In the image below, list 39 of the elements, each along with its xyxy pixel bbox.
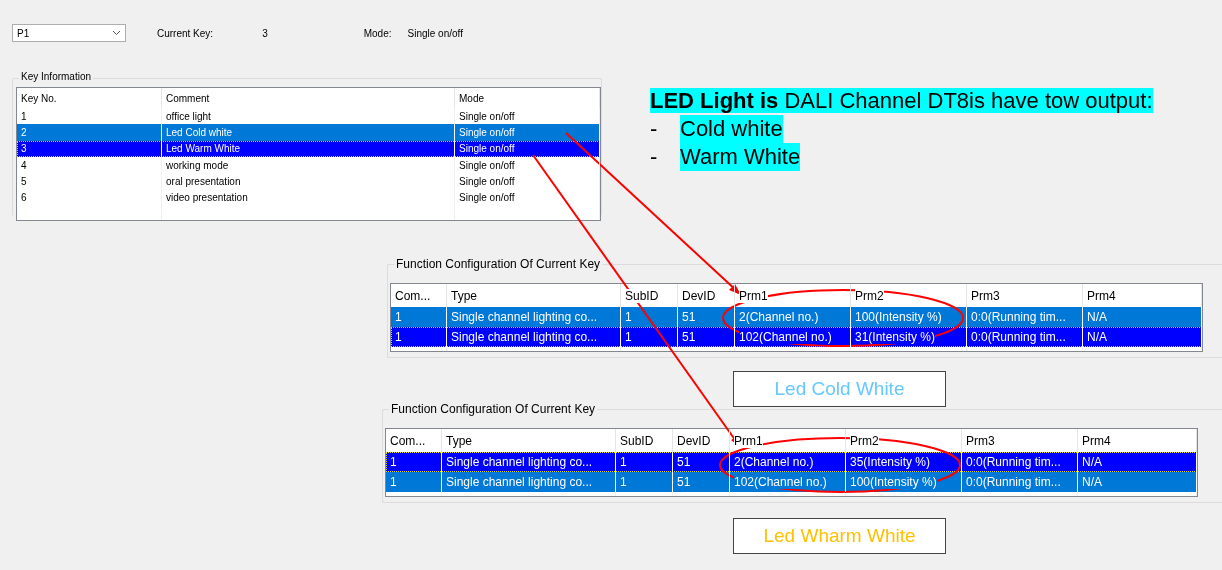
table-cell: 1 [616,472,673,492]
group-title: Function Configuration Of Current Key [394,257,603,271]
table-cell: video presentation [162,189,455,206]
table-cell: 6 [17,189,162,206]
caption-label: Led Cold White [733,371,946,407]
current-key-value: 3 [262,27,268,39]
caption-label: Led Wharm White [733,518,946,554]
table-cell: N/A [1083,327,1202,347]
mode-label: Mode: [363,27,392,39]
table-cell: Led Warm White [162,140,455,157]
group-title: Key Information [19,71,94,82]
table-cell: Led Cold white [162,124,455,141]
table-cell: 2 [17,124,162,141]
note-item: Cold white [680,115,783,143]
bullet-dash: - [650,115,659,143]
table-row[interactable]: 1 Single channel lighting co... 1 51 102(Channel no.) 100(Intensity %) 0:0(Running tim... N/A [386,472,1197,492]
table-row[interactable]: 1 Single channel lighting co... 1 51 2(Channel no.) 35(Intensity %) 0:0(Running tim... N/A [386,452,1197,472]
table-cell: Single on/off [455,189,600,206]
table-cell: Single on/off [455,124,600,141]
group-title: Function Configuration Of Current Key [389,402,598,416]
chevron-down-icon [112,30,121,36]
table-cell: 1 [621,327,678,347]
table-cell: 3 [17,140,162,157]
table-row[interactable]: 2 Led Cold white Single on/off [17,124,600,141]
table-cell: 1 [386,472,442,492]
bullet-dash: - [650,143,659,171]
table-cell: 51 [678,327,735,347]
note-heading: LED Light is DALI Channel DT8is have tow output: [650,88,1153,113]
table-cell: 31(Intensity %) [851,327,967,347]
note-item: Warm White [680,143,801,171]
table-cell: Single on/off [455,140,600,157]
table-cell: 51 [673,472,730,492]
table-row[interactable]: 1 Single channel lighting co... 1 51 2(Channel no.) 100(Intensity %) 0:0(Running tim... N/A [391,307,1202,327]
page-select[interactable]: P1 [12,24,126,42]
table-cell: N/A [1078,472,1197,492]
table-row[interactable]: 1 Single channel lighting co... 1 51 102(Channel no.) 31(Intensity %) 0:0(Running tim... N/A [391,327,1202,347]
current-key-label: Current Key: [157,27,214,39]
mode-value: Single on/off [407,27,463,39]
table-cell: 1 [391,327,447,347]
